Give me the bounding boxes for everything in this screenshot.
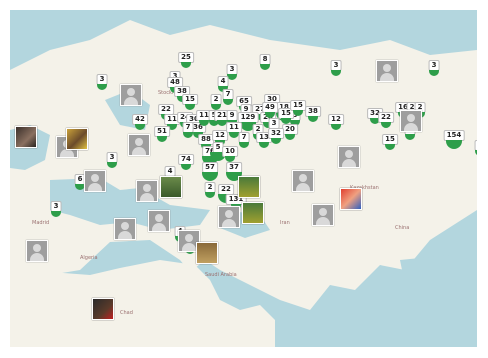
cluster-pin-icon bbox=[429, 70, 439, 76]
generic-user-avatar[interactable] bbox=[312, 204, 334, 226]
generic-user-avatar[interactable] bbox=[120, 84, 142, 106]
generic-user-avatar[interactable] bbox=[114, 218, 136, 240]
cluster-marker[interactable]: 38 bbox=[303, 106, 323, 126]
cluster-pin-icon bbox=[293, 110, 303, 116]
cluster-pin-icon bbox=[308, 116, 318, 122]
user-photo-avatar[interactable] bbox=[238, 176, 260, 198]
user-silhouette-icon bbox=[143, 184, 151, 192]
user-silhouette-icon bbox=[407, 114, 415, 122]
generic-user-avatar[interactable] bbox=[136, 180, 158, 202]
map-place-label: Saudi Arabia bbox=[205, 272, 237, 278]
cluster-marker[interactable]: 8 bbox=[255, 54, 275, 74]
map-place-label: China bbox=[395, 225, 410, 231]
cluster-pin-icon bbox=[475, 150, 477, 156]
user-silhouette-icon bbox=[319, 208, 327, 216]
cluster-pin-icon bbox=[51, 211, 61, 217]
cluster-marker[interactable]: 7 bbox=[178, 122, 198, 142]
cluster-pin-icon bbox=[405, 134, 415, 140]
cluster-marker[interactable]: 3 bbox=[92, 74, 112, 94]
cluster-marker[interactable]: 2 bbox=[470, 140, 477, 160]
generic-user-avatar[interactable] bbox=[400, 110, 422, 132]
cluster-pin-icon bbox=[97, 84, 107, 90]
user-silhouette-body bbox=[404, 123, 418, 131]
user-silhouette-body bbox=[380, 73, 394, 81]
generic-user-avatar[interactable] bbox=[84, 170, 106, 192]
cluster-marker[interactable]: 3 bbox=[424, 60, 444, 80]
user-silhouette-icon bbox=[127, 88, 135, 96]
user-silhouette-body bbox=[118, 231, 132, 239]
user-silhouette-body bbox=[140, 193, 154, 201]
cluster-marker[interactable]: 3 bbox=[102, 152, 122, 172]
map-place-label: Chad bbox=[120, 310, 133, 316]
cluster-marker[interactable]: 15 bbox=[380, 134, 400, 154]
cluster-pin-icon bbox=[181, 164, 191, 170]
generic-user-avatar[interactable] bbox=[218, 206, 240, 228]
cluster-pin-icon bbox=[107, 162, 117, 168]
user-silhouette-body bbox=[342, 159, 356, 167]
cluster-pin-icon bbox=[381, 122, 391, 128]
generic-user-avatar[interactable] bbox=[376, 60, 398, 82]
map-place-label: Algeria bbox=[80, 255, 98, 261]
cluster-pin-icon bbox=[202, 172, 218, 181]
cluster-pin-icon bbox=[183, 132, 193, 138]
cluster-pin-icon bbox=[181, 62, 191, 68]
user-silhouette-icon bbox=[383, 64, 391, 72]
map-place-label: Iran bbox=[280, 220, 290, 226]
cluster-pin-icon bbox=[271, 138, 281, 144]
cluster-marker[interactable]: 154 bbox=[443, 130, 465, 150]
map-canvas[interactable]: Stockholm Moscow Madrid Algeria Saudi Ar… bbox=[10, 10, 477, 347]
user-silhouette-body bbox=[60, 149, 74, 157]
user-silhouette-icon bbox=[299, 174, 307, 182]
cluster-pin-icon bbox=[285, 134, 295, 140]
user-silhouette-body bbox=[182, 243, 196, 251]
user-silhouette-icon bbox=[225, 210, 233, 218]
generic-user-avatar[interactable] bbox=[128, 134, 150, 156]
cluster-pin-icon bbox=[205, 192, 215, 198]
cluster-marker[interactable]: 25 bbox=[176, 52, 196, 72]
cluster-marker[interactable]: 3 bbox=[326, 60, 346, 80]
cluster-pin-icon bbox=[331, 70, 341, 76]
generic-user-avatar[interactable] bbox=[26, 240, 48, 262]
user-silhouette-body bbox=[316, 217, 330, 225]
user-photo-avatar[interactable] bbox=[92, 298, 114, 320]
user-silhouette-icon bbox=[91, 174, 99, 182]
cluster-marker[interactable]: 57 bbox=[200, 162, 220, 182]
user-photo-avatar[interactable] bbox=[242, 202, 264, 224]
user-silhouette-icon bbox=[33, 244, 41, 252]
generic-user-avatar[interactable] bbox=[148, 210, 170, 232]
user-silhouette-icon bbox=[185, 234, 193, 242]
cluster-pin-icon bbox=[260, 64, 270, 70]
user-silhouette-icon bbox=[345, 150, 353, 158]
cluster-marker[interactable]: 32 bbox=[266, 128, 286, 148]
user-silhouette-body bbox=[88, 183, 102, 191]
user-photo-avatar[interactable] bbox=[196, 242, 218, 264]
generic-user-avatar[interactable] bbox=[292, 170, 314, 192]
user-silhouette-body bbox=[132, 147, 146, 155]
cluster-pin-icon bbox=[135, 124, 145, 130]
cluster-pin-icon bbox=[157, 136, 167, 142]
cluster-pin-icon bbox=[385, 144, 395, 150]
user-photo-avatar[interactable] bbox=[15, 126, 37, 148]
user-silhouette-body bbox=[124, 97, 138, 105]
user-photo-avatar[interactable] bbox=[340, 188, 362, 210]
cluster-marker[interactable]: 51 bbox=[152, 126, 172, 146]
user-silhouette-icon bbox=[155, 214, 163, 222]
cluster-marker[interactable]: 12 bbox=[326, 114, 346, 134]
user-silhouette-body bbox=[30, 253, 44, 261]
user-photo-avatar[interactable] bbox=[160, 176, 182, 198]
user-silhouette-icon bbox=[121, 222, 129, 230]
cluster-pin-icon bbox=[331, 124, 341, 130]
cluster-marker[interactable]: 3 bbox=[46, 201, 66, 221]
user-silhouette-body bbox=[222, 219, 236, 227]
user-photo-avatar[interactable] bbox=[66, 128, 88, 150]
cluster-pin-icon bbox=[446, 140, 462, 149]
user-silhouette-body bbox=[152, 223, 166, 231]
generic-user-avatar[interactable] bbox=[338, 146, 360, 168]
user-silhouette-body bbox=[296, 183, 310, 191]
user-silhouette-icon bbox=[135, 138, 143, 146]
cluster-pin-icon bbox=[223, 99, 233, 105]
cluster-marker[interactable]: 42 bbox=[130, 114, 150, 134]
map-page: Stockholm Moscow Madrid Algeria Saudi Ar… bbox=[0, 0, 488, 358]
